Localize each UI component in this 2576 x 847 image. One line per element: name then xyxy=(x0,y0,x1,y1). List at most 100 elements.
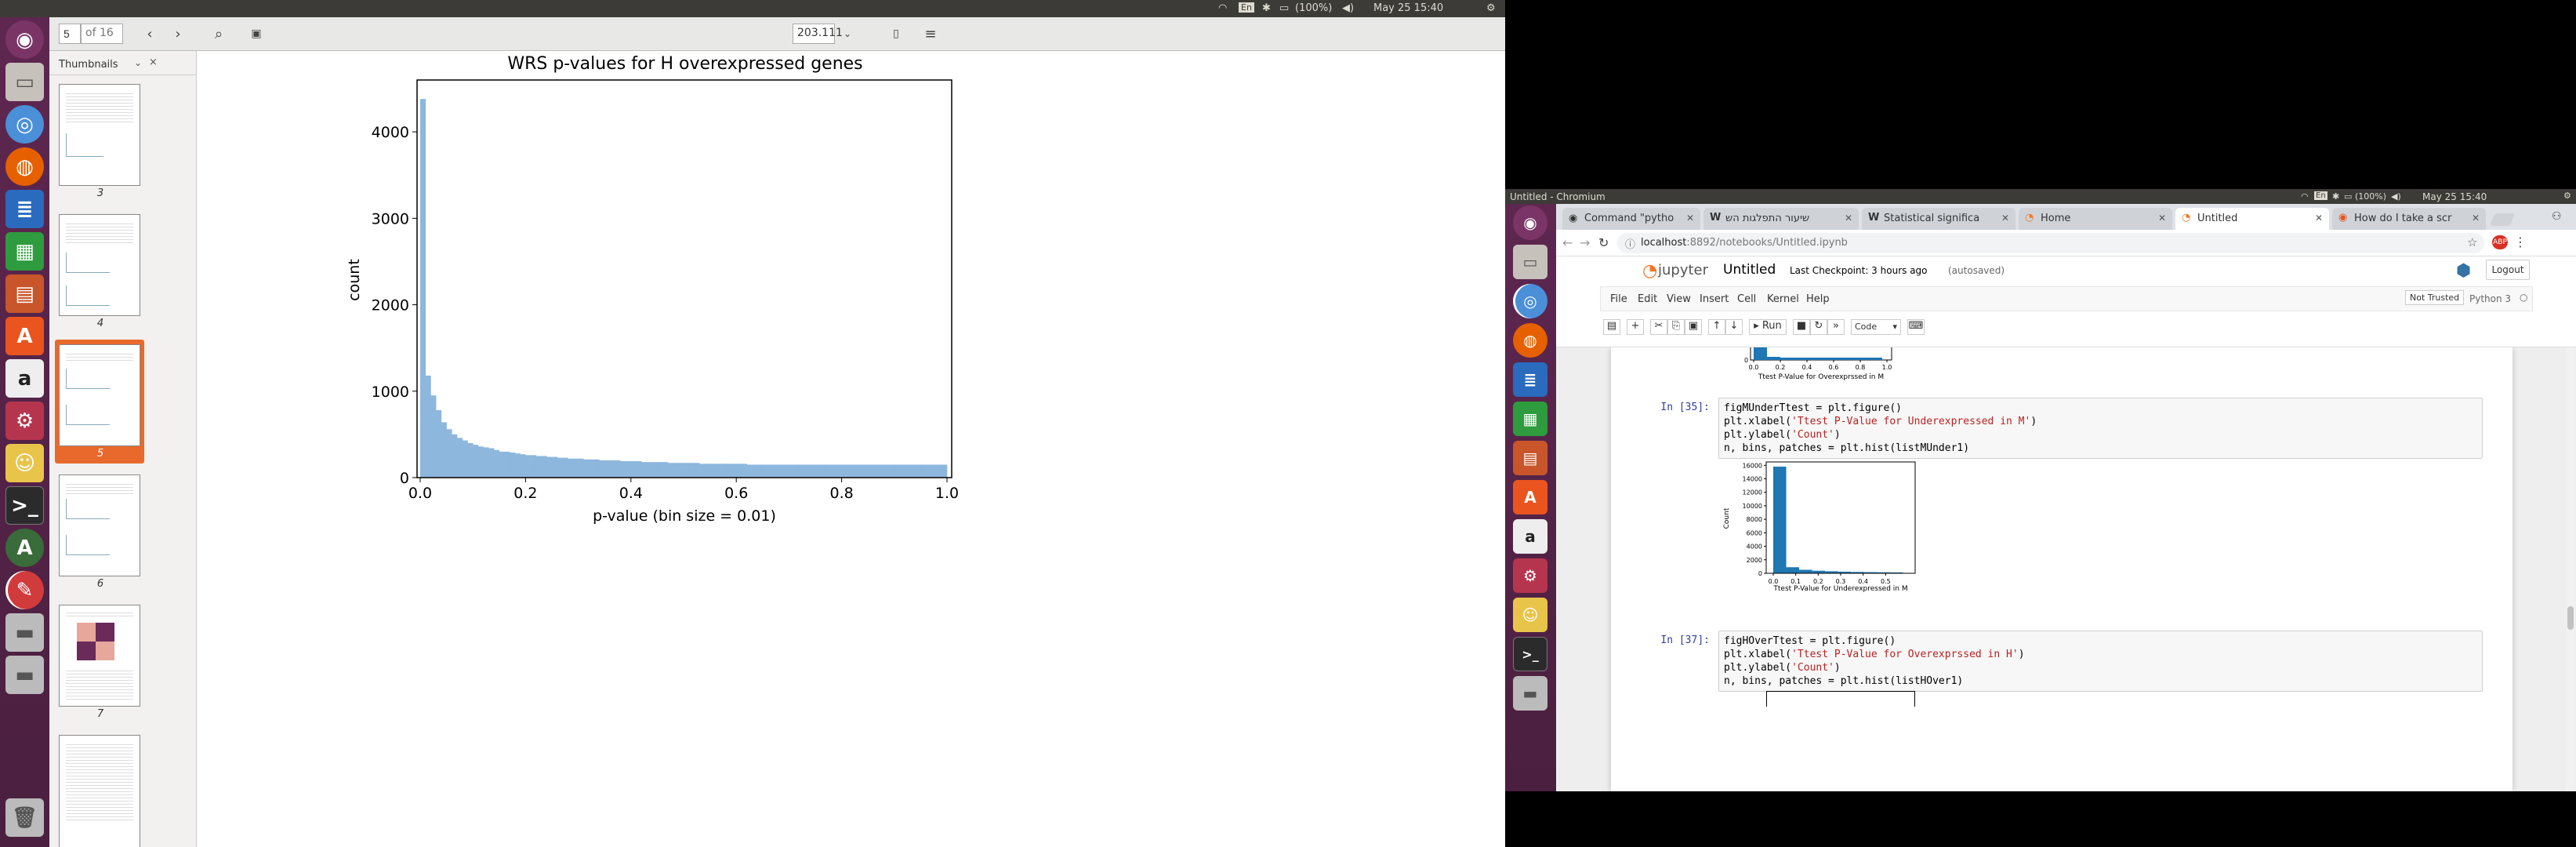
app-icon[interactable]: ☺ xyxy=(1513,598,1547,632)
notebook-name[interactable]: Untitled xyxy=(1723,262,1776,278)
trust-status-button[interactable]: Not Trusted xyxy=(2405,290,2465,305)
page-thumbnail-6[interactable] xyxy=(59,474,140,576)
wifi-icon[interactable]: ◠ xyxy=(2301,191,2309,202)
menu-icon[interactable]: ≡ xyxy=(918,24,943,44)
impress-icon[interactable]: ▤ xyxy=(5,274,44,313)
battery-icon[interactable]: ▭ xyxy=(1279,2,1289,14)
tab-close-icon[interactable]: ✕ xyxy=(2315,213,2323,224)
copy-icon[interactable]: ⎘ xyxy=(1667,319,1685,335)
code-cell-35[interactable]: figMUnderTtest = plt.figure() plt.xlabel(… xyxy=(1718,398,2483,459)
restart-icon[interactable]: ↻ xyxy=(1810,319,1827,335)
keyboard-icon[interactable]: ⌨ xyxy=(1907,319,1925,335)
menu-insert[interactable]: Insert xyxy=(1700,293,1729,305)
tab-screenshot-question[interactable]: ◉ How do I take a scr ✕ xyxy=(2332,208,2486,230)
document-viewer-icon[interactable]: ✎ xyxy=(5,571,44,609)
ubuntu-dash-icon[interactable]: ◉ xyxy=(1513,205,1547,240)
volume-icon[interactable]: ◀) xyxy=(2391,191,2401,202)
firefox-icon[interactable]: ◍ xyxy=(1513,323,1547,358)
trash-icon[interactable]: 🗑 xyxy=(5,798,44,837)
forward-arrow-icon[interactable]: → xyxy=(1580,235,1590,250)
tab-close-icon[interactable]: ✕ xyxy=(1686,213,1694,224)
amazon-icon[interactable]: a xyxy=(5,359,44,398)
print-icon[interactable]: ▯ xyxy=(883,24,909,44)
drive-icon[interactable]: ▬ xyxy=(5,613,44,652)
writer-icon[interactable]: ≣ xyxy=(5,190,44,228)
tab-untitled[interactable]: ◔ Untitled ✕ xyxy=(2175,208,2329,230)
menu-kebab-icon[interactable]: ⋮ xyxy=(2514,234,2527,249)
tab-close-icon[interactable]: ✕ xyxy=(2472,213,2480,224)
battery-icon[interactable]: ▭ xyxy=(2344,191,2352,202)
tab-home[interactable]: ◔ Home ✕ xyxy=(2019,208,2172,230)
menu-edit[interactable]: Edit xyxy=(1638,293,1657,305)
next-page-icon[interactable]: › xyxy=(165,24,190,44)
menu-cell[interactable]: Cell xyxy=(1737,293,1756,305)
previous-page-icon[interactable]: ‹ xyxy=(137,24,162,44)
new-tab-button[interactable] xyxy=(2490,213,2515,226)
page-thumbnail-7[interactable] xyxy=(59,605,140,707)
code-cell-37[interactable]: figHOverTtest = plt.figure() plt.xlabel('… xyxy=(1718,631,2483,692)
tab-close-icon[interactable]: ✕ xyxy=(1845,213,1852,224)
updater-icon[interactable]: A xyxy=(5,529,44,567)
reload-icon[interactable]: ↻ xyxy=(1598,235,1609,250)
back-arrow-icon[interactable]: ← xyxy=(1562,235,1573,250)
amazon-icon[interactable]: a xyxy=(1513,519,1547,554)
page-thumbnail-8[interactable] xyxy=(59,735,140,847)
insert-cell-plus-icon[interactable]: + xyxy=(1627,319,1644,335)
clock[interactable]: May 25 15:40 xyxy=(2422,191,2487,202)
bluetooth-icon[interactable]: ✱ xyxy=(1262,2,1271,14)
adblock-icon[interactable]: ABP xyxy=(2492,235,2508,249)
address-bar[interactable]: ⓘ localhost:8892/notebooks/Untitled.ipyn… xyxy=(1617,233,2484,253)
drive-icon-2[interactable]: ▬ xyxy=(5,656,44,694)
software-center-icon[interactable]: A xyxy=(5,317,44,355)
profile-icon[interactable]: ⚇ xyxy=(2552,210,2562,223)
save-icon[interactable]: ▤ xyxy=(1603,319,1620,335)
files-icon[interactable]: ▭ xyxy=(5,63,44,101)
zoom-dropdown-chevron-down-icon[interactable]: ⌄ xyxy=(835,24,860,44)
zoom-level[interactable]: 203.111 xyxy=(793,24,843,44)
page-number-input[interactable] xyxy=(59,24,81,44)
calc-icon[interactable]: ▦ xyxy=(5,232,44,271)
tab-hebrew-page[interactable]: W שיעור התפלגות הש ✕ xyxy=(1703,208,1859,230)
run-button[interactable]: ▸ Run xyxy=(1749,319,1787,335)
system-settings-icon[interactable]: ⚙ xyxy=(1513,558,1547,593)
drive-icon[interactable]: ▬ xyxy=(1513,676,1547,711)
page-thumbnail-4[interactable] xyxy=(59,214,140,316)
fast-forward-icon[interactable]: » xyxy=(1827,319,1845,335)
clock[interactable]: May 25 15:40 xyxy=(1373,2,1443,14)
system-settings-icon[interactable]: ⚙ xyxy=(5,402,44,440)
keyboard-lang-indicator[interactable]: En xyxy=(1239,2,1254,13)
search-icon[interactable]: ⌕ xyxy=(206,24,231,44)
chromium-icon[interactable]: ◎ xyxy=(1513,284,1547,318)
menu-help[interactable]: Help xyxy=(1806,293,1830,305)
cut-icon[interactable]: ✂ xyxy=(1650,319,1667,335)
tab-close-icon[interactable]: ✕ xyxy=(2158,213,2166,224)
settings-gear-icon[interactable]: ⚙ xyxy=(2563,191,2571,201)
firefox-icon[interactable]: ◍ xyxy=(5,147,44,186)
chromium-icon[interactable]: ◎ xyxy=(5,105,44,144)
stop-icon[interactable]: ■ xyxy=(1793,319,1810,335)
ubuntu-dash-icon[interactable]: ◉ xyxy=(5,20,44,59)
logout-button[interactable]: Logout xyxy=(2486,260,2530,280)
impress-icon[interactable]: ▤ xyxy=(1513,441,1547,475)
terminal-icon[interactable]: >_ xyxy=(5,486,44,525)
app-icon[interactable]: ☺ xyxy=(5,444,44,482)
tab-close-icon[interactable]: ✕ xyxy=(2001,213,2009,224)
paste-icon[interactable]: ▣ xyxy=(1685,319,1702,335)
page-thumbnail-5[interactable] xyxy=(59,344,140,446)
keyboard-lang-indicator[interactable]: En xyxy=(2314,191,2327,200)
jupyter-logo[interactable]: jupyter xyxy=(1658,262,1708,278)
volume-icon[interactable]: ◀) xyxy=(1342,2,1354,14)
sidebar-mode-chevron-down-icon[interactable]: ⌄ xyxy=(134,57,142,68)
sidebar-close-icon[interactable]: × xyxy=(149,56,158,68)
menu-kernel[interactable]: Kernel xyxy=(1767,293,1799,305)
move-down-arrow-icon[interactable]: ↓ xyxy=(1725,319,1743,335)
tab-statistical-significance[interactable]: W Statistical significa ✕ xyxy=(1862,208,2015,230)
settings-gear-icon[interactable]: ⚙ xyxy=(1486,2,1496,14)
scrollbar-thumb[interactable] xyxy=(2567,606,2574,630)
cell-type-select[interactable]: Code ▾ xyxy=(1851,319,1901,335)
terminal-icon[interactable]: >_ xyxy=(1513,637,1547,671)
tab-command-python[interactable]: ◉ Command "pytho ✕ xyxy=(1562,208,1700,230)
bluetooth-icon[interactable]: ✱ xyxy=(2332,191,2339,202)
writer-icon[interactable]: ≣ xyxy=(1513,362,1547,397)
calc-icon[interactable]: ▦ xyxy=(1513,402,1547,436)
